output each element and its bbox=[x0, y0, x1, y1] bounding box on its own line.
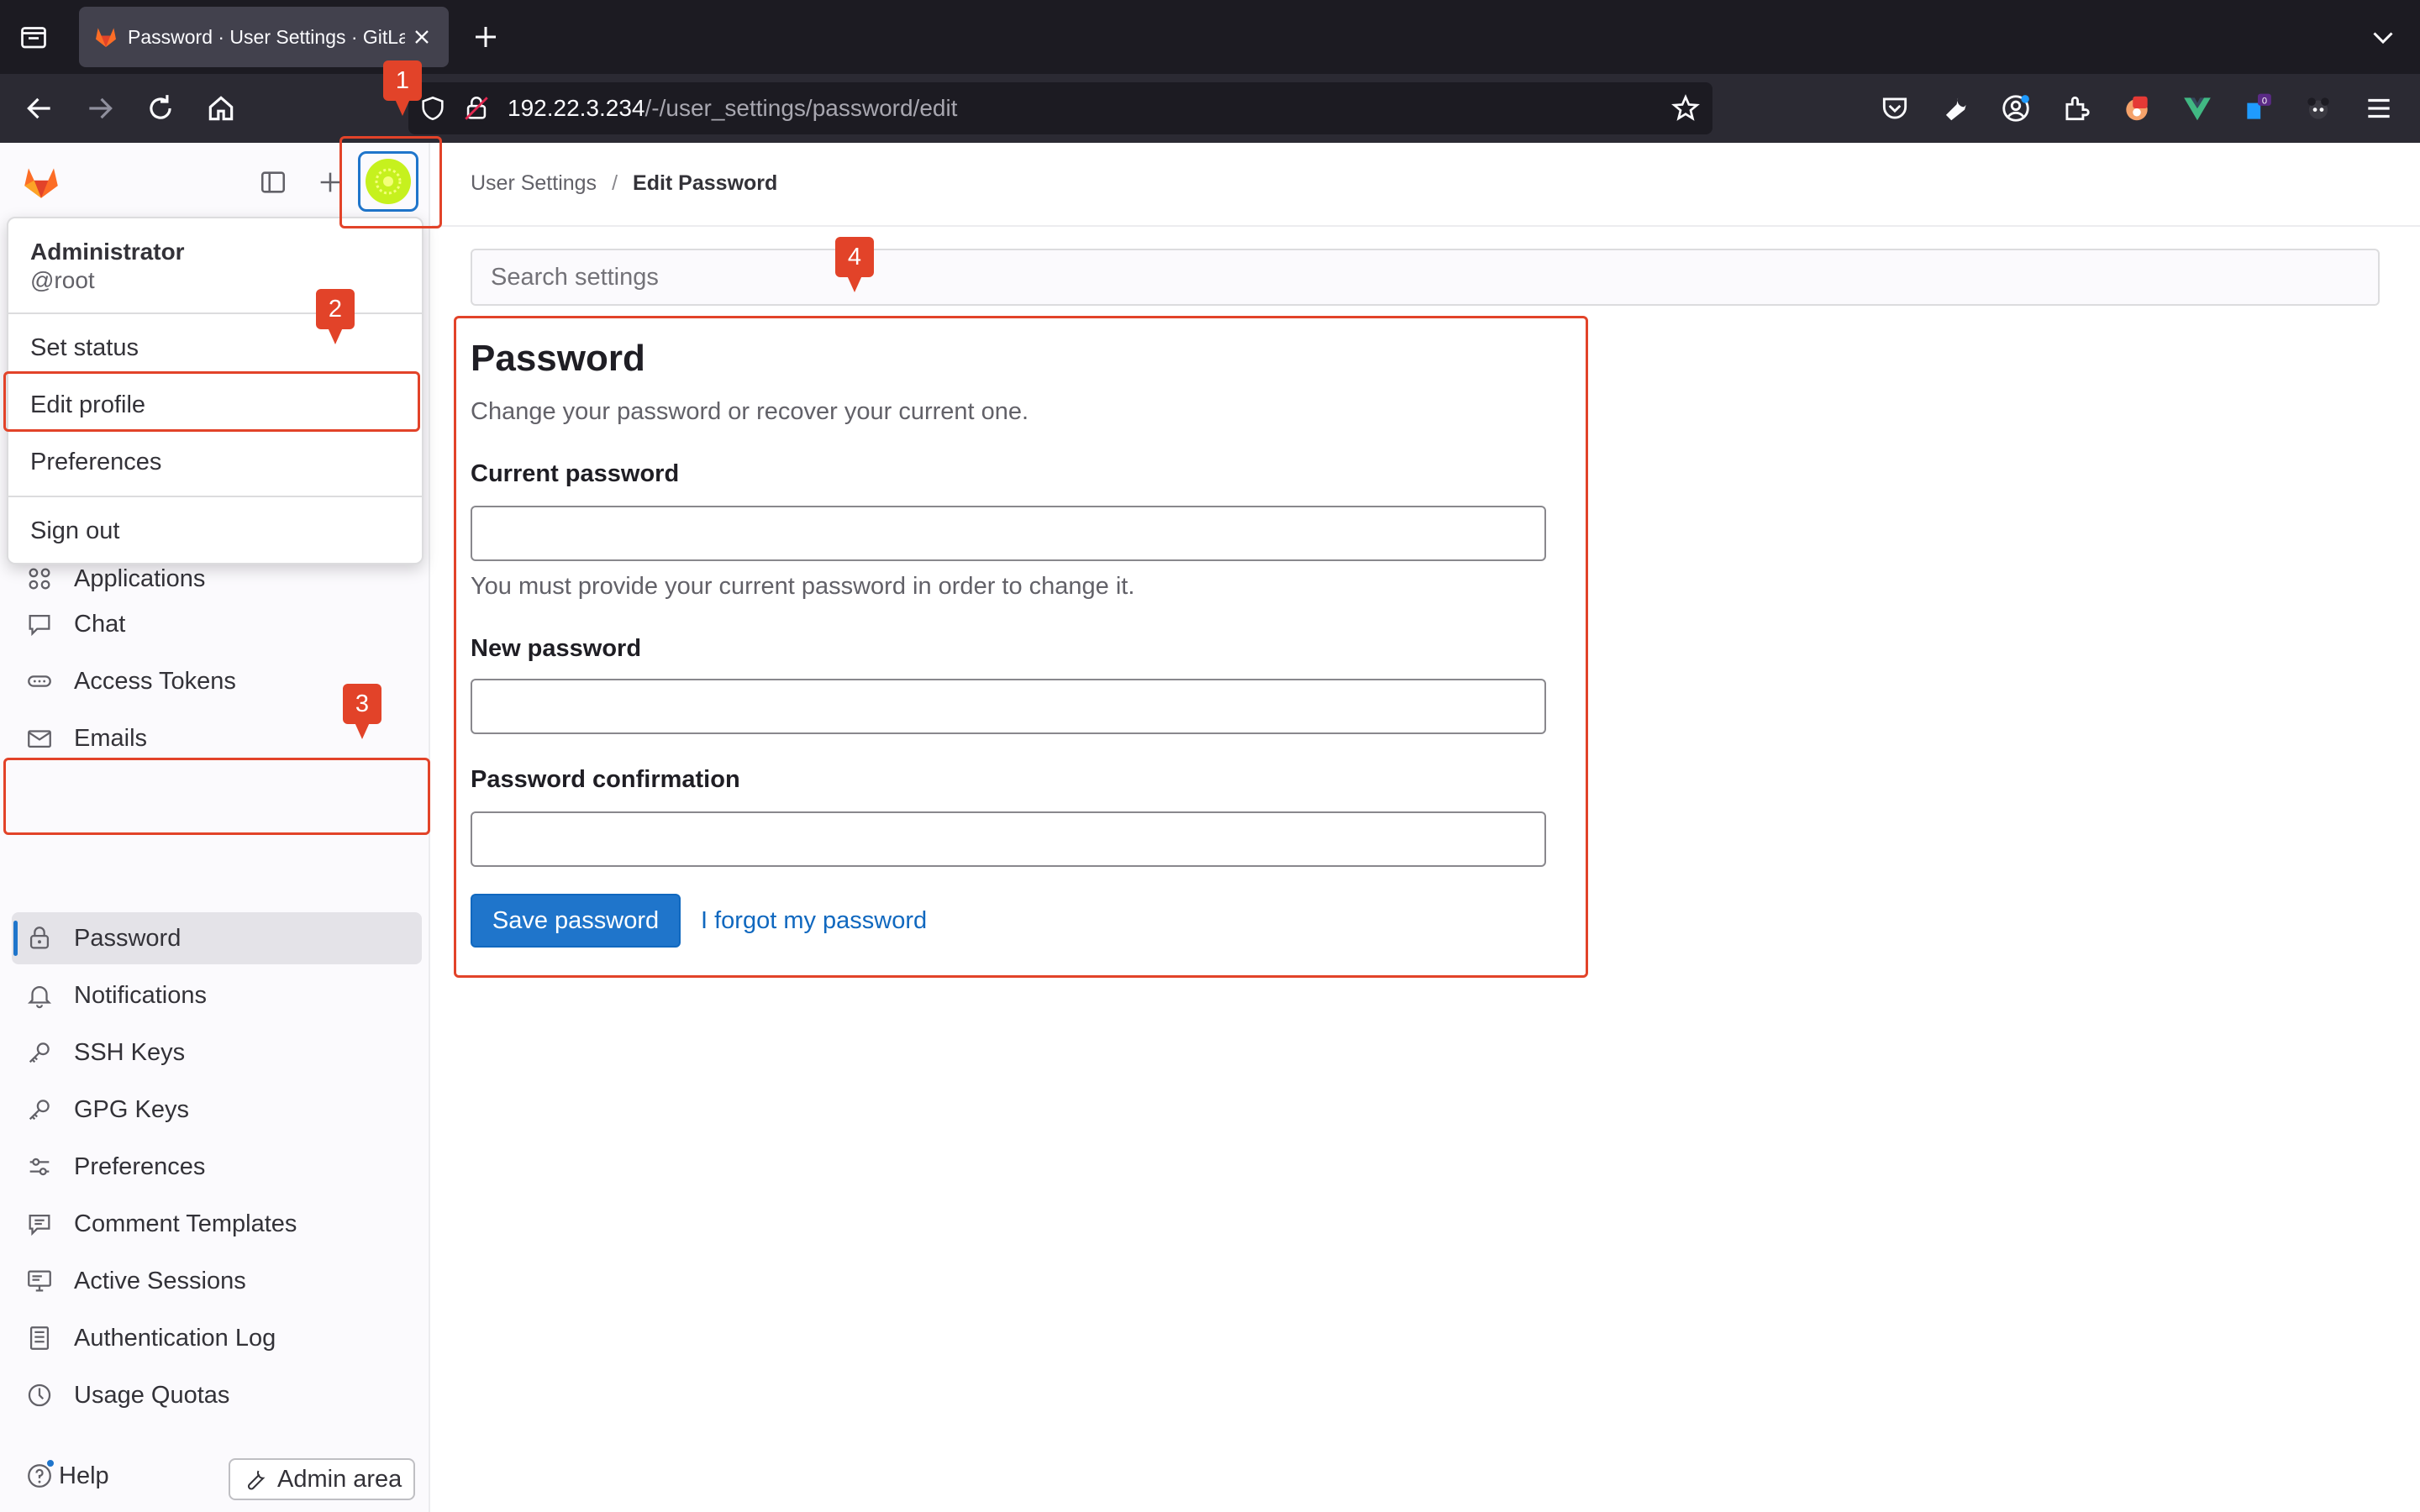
vue-devtools-icon[interactable] bbox=[2181, 92, 2213, 124]
chevron-down-icon[interactable] bbox=[2368, 22, 2398, 52]
sidebar-item-label: Emails bbox=[74, 725, 148, 752]
annotation-highlight-edit-profile bbox=[3, 371, 420, 432]
gitlab-logo-icon[interactable] bbox=[18, 161, 64, 203]
browser-toolbar: 192.22.3.234/-/user_settings/password/ed… bbox=[0, 74, 2420, 143]
user-display-name[interactable]: Administrator bbox=[30, 239, 185, 265]
bookmark-star-icon[interactable] bbox=[1670, 93, 1701, 123]
tab-title: Password · User Settings · GitLab bbox=[128, 26, 405, 48]
extension-fox-icon[interactable] bbox=[2121, 92, 2153, 124]
tab-list-icon[interactable] bbox=[18, 22, 49, 52]
applications-icon bbox=[29, 568, 50, 590]
new-tab-icon[interactable] bbox=[471, 22, 501, 52]
sidebar-item-label: Active Sessions bbox=[74, 1268, 246, 1294]
menu-item-preferences[interactable]: Preferences bbox=[17, 435, 413, 489]
extension-panda-icon[interactable] bbox=[2302, 92, 2334, 124]
url-path: /-/user_settings/password/edit bbox=[644, 95, 958, 121]
browser-tab-bar: Password · User Settings · GitLab bbox=[0, 0, 2420, 74]
reload-icon[interactable] bbox=[145, 92, 176, 124]
annotation-badge-4: 4 bbox=[835, 237, 874, 292]
sidebar-item-label: GPG Keys bbox=[74, 1096, 189, 1123]
extension-badge-icon[interactable]: 0 bbox=[2242, 92, 2274, 124]
extensions-icon[interactable] bbox=[2060, 92, 2092, 124]
sidebar-item-preferences[interactable]: Preferences bbox=[12, 1141, 422, 1193]
key-icon bbox=[29, 1100, 50, 1121]
monitor-icon bbox=[28, 1270, 51, 1292]
url-host: 192.22.3.234 bbox=[508, 95, 645, 121]
lock-icon bbox=[29, 927, 50, 949]
sidebar-toggle-icon[interactable] bbox=[259, 168, 287, 197]
sidebar-item-authentication-log[interactable]: Authentication Log bbox=[12, 1312, 422, 1364]
hamburger-menu-icon[interactable] bbox=[2363, 92, 2395, 124]
sidebar-item-label: Password bbox=[74, 925, 182, 952]
sidebar-item-usage-quotas[interactable]: Usage Quotas bbox=[12, 1369, 422, 1421]
sidebar-item-label: Chat bbox=[74, 611, 126, 638]
admin-area-button[interactable]: Admin area bbox=[229, 1458, 415, 1500]
annotation-badge-2: 2 bbox=[316, 289, 355, 344]
url-text[interactable]: 192.22.3.234/-/user_settings/password/ed… bbox=[508, 82, 957, 134]
notification-dot bbox=[45, 1458, 55, 1468]
close-tab-icon[interactable] bbox=[410, 25, 434, 49]
user-username[interactable]: @root bbox=[30, 267, 95, 294]
breadcrumb-parent[interactable]: User Settings bbox=[471, 171, 597, 195]
pocket-icon[interactable] bbox=[1879, 92, 1911, 124]
log-icon bbox=[29, 1326, 50, 1350]
sidebar-item-label: Access Tokens bbox=[74, 668, 236, 695]
browser-tab[interactable]: Password · User Settings · GitLab bbox=[79, 7, 449, 67]
address-bar[interactable]: 192.22.3.234/-/user_settings/password/ed… bbox=[408, 82, 1712, 134]
search-settings-input[interactable] bbox=[471, 249, 2380, 306]
menu-item-label: Sign out bbox=[30, 517, 120, 544]
sidebar-item-label: Comment Templates bbox=[74, 1210, 297, 1237]
sidebar-item-label: Authentication Log bbox=[74, 1325, 276, 1352]
menu-item-set-status[interactable]: Set status bbox=[17, 321, 413, 375]
comment-icon bbox=[29, 614, 50, 637]
sidebar-item-active-sessions[interactable]: Active Sessions bbox=[12, 1255, 422, 1307]
annotation-highlight-password bbox=[3, 758, 430, 835]
sidebar-item-notifications[interactable]: Notifications bbox=[12, 969, 422, 1021]
divider bbox=[8, 496, 422, 497]
admin-area-label: Admin area bbox=[277, 1466, 402, 1493]
shield-icon[interactable] bbox=[418, 94, 447, 123]
help-label: Help bbox=[59, 1462, 109, 1489]
divider bbox=[8, 312, 422, 314]
breadcrumb-separator: / bbox=[612, 171, 618, 195]
gitlab-favicon-icon bbox=[96, 28, 116, 47]
bell-icon bbox=[27, 986, 52, 1009]
sidebar-item-password[interactable]: Password bbox=[12, 912, 422, 964]
breadcrumb-current[interactable]: Edit Password bbox=[633, 171, 777, 195]
token-icon bbox=[28, 675, 51, 687]
insecure-lock-icon[interactable] bbox=[462, 94, 491, 123]
annotation-badge-3: 3 bbox=[343, 684, 381, 739]
back-icon[interactable] bbox=[24, 92, 55, 124]
mail-icon bbox=[28, 730, 51, 748]
sidebar-item-label: SSH Keys bbox=[74, 1039, 186, 1066]
sidebar-item-label: Usage Quotas bbox=[74, 1382, 230, 1409]
sidebar-item-gpg-keys[interactable]: GPG Keys bbox=[12, 1084, 422, 1136]
menu-item-label: Set status bbox=[30, 334, 139, 361]
menu-item-label: Preferences bbox=[30, 449, 162, 475]
annotation-highlight-avatar bbox=[339, 136, 442, 228]
wrench-icon[interactable] bbox=[1939, 92, 1971, 124]
forward-icon[interactable] bbox=[84, 92, 116, 124]
sidebar-item-label: Preferences bbox=[74, 1153, 206, 1180]
home-icon[interactable] bbox=[205, 92, 237, 124]
annotation-highlight-password-form bbox=[454, 316, 1588, 978]
key-icon bbox=[29, 1042, 50, 1063]
sidebar-item-chat[interactable]: Chat bbox=[12, 598, 422, 650]
sidebar-item-label: Notifications bbox=[74, 982, 207, 1009]
admin-wrench-icon bbox=[247, 1470, 266, 1490]
sidebar-item-ssh-keys[interactable]: SSH Keys bbox=[12, 1026, 422, 1079]
annotation-badge-1: 1 bbox=[383, 60, 422, 116]
account-icon[interactable] bbox=[2000, 92, 2032, 124]
sidebar-item-comment-templates[interactable]: Comment Templates bbox=[12, 1198, 422, 1250]
breadcrumb: User Settings / Edit Password bbox=[471, 168, 777, 198]
divider bbox=[432, 225, 2420, 227]
comment-template-icon bbox=[29, 1214, 50, 1236]
menu-item-sign-out[interactable]: Sign out bbox=[17, 504, 413, 558]
quota-icon bbox=[28, 1383, 51, 1407]
svg-text:0: 0 bbox=[2262, 96, 2267, 106]
help-button[interactable]: Help bbox=[25, 1455, 126, 1497]
preferences-icon bbox=[29, 1158, 50, 1176]
